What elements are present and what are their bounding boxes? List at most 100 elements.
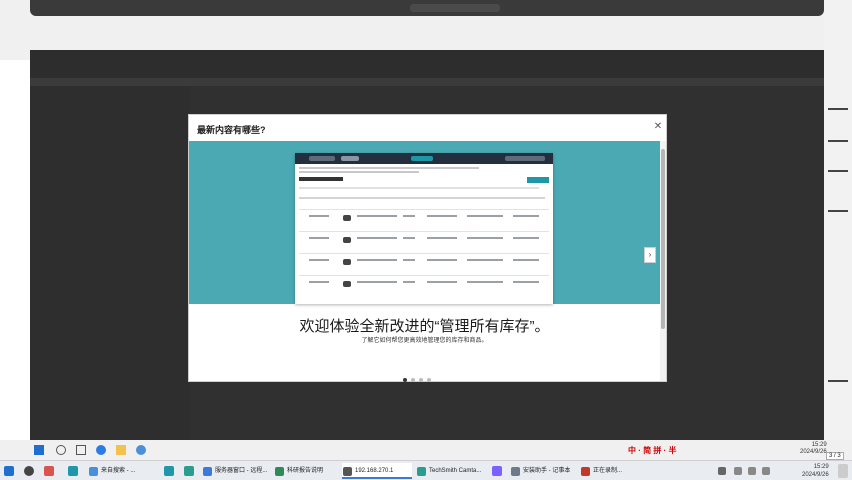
app-pinned-icon[interactable] [68,466,78,476]
preview-divider [299,253,549,254]
feature-headline: 欢迎体验全新改进的“管理所有库存”。 [299,318,550,335]
battery-icon[interactable] [762,467,770,475]
tray-chevron-icon[interactable] [718,467,726,475]
panel-line [828,140,848,142]
preview-cell [309,259,329,261]
task-view-icon[interactable] [76,445,86,455]
secondary-clock: 15:29 2024/9/26 [800,442,827,456]
taskbar-item[interactable]: 科研报告说明 [274,463,336,479]
app-pinned-icon[interactable] [492,466,502,476]
ime-toolbar[interactable]: 中 · 简 拼 · 半 [628,445,676,455]
edge-browser-icon[interactable] [96,445,106,455]
remote-desktop-icon [343,467,352,476]
window-titlebar [30,50,824,78]
preview-cell [513,215,539,217]
preview-cell [427,259,457,261]
preview-cell [403,215,415,217]
preview-cell [427,281,457,283]
windows-taskbar: 来自搜索 - ... 服务器窗口 - 远程... 科研报告说明 192.168.… [0,460,852,480]
preview-cell [403,259,415,261]
notification-icon[interactable] [838,464,848,478]
carousel-dot[interactable] [427,378,431,382]
carousel-dot[interactable] [403,378,407,382]
panel-line [828,210,848,212]
page-indicator[interactable]: 3 / 3 [826,452,844,460]
notepad-icon [511,467,520,476]
preview-topbar [295,153,553,164]
preview-cell [403,237,415,239]
preview-pill [341,156,359,161]
panel-line [828,380,848,382]
preview-cell [513,281,539,283]
preview-line [299,187,539,189]
system-clock[interactable]: 15:29 2024/9/26 [802,463,829,479]
app-pinned-icon[interactable] [164,466,174,476]
preview-product-thumb [343,259,351,265]
panel-line [828,170,848,172]
preview-cell [427,237,457,239]
taskbar-item[interactable]: 正在录制... [580,463,628,479]
window-title-bar [410,4,500,12]
preview-heading [299,177,343,181]
preview-cell [309,281,329,283]
secondary-date: 2024/9/26 [800,449,827,455]
next-slide-button[interactable]: › [644,247,656,263]
preview-product-thumb [343,237,351,243]
close-icon[interactable]: ✕ [652,121,664,133]
preview-divider [299,209,549,210]
network-icon[interactable] [734,467,742,475]
taskbar-item[interactable]: TechSmith Camta... [416,463,488,479]
preview-cell [467,259,503,261]
secondary-time: 15:29 [811,442,827,448]
carousel-dot[interactable] [411,378,415,382]
carousel-dot[interactable] [419,378,423,382]
app-pinned-icon[interactable] [184,466,194,476]
preview-cell [467,281,503,283]
preview-cell [357,259,397,261]
preview-cell [403,281,415,283]
taskbar-item-label: TechSmith Camta... [429,468,482,474]
preview-cell [513,237,539,239]
preview-pill [505,156,545,161]
preview-pill [411,156,433,161]
preview-line [299,167,479,169]
app-pinned-icon[interactable] [44,466,54,476]
preview-product-thumb [343,215,351,221]
preview-product-thumb [343,281,351,287]
feature-description: 了解它如何帮您更高效地管理您的库存和商品。 [361,338,488,344]
preview-cell [427,215,457,217]
taskbar-item-label: 服务器窗口 - 远程... [215,468,268,474]
dialog-title: 最新内容有哪些? [197,125,266,135]
panel-line [828,108,848,110]
secondary-taskbar: 中 · 简 拼 · 半 15:29 2024/9/26 [0,440,852,460]
dialog-scrollbar[interactable] [660,141,666,381]
search-icon[interactable] [24,466,34,476]
background-window-top [30,0,824,16]
scrollbar-thumb[interactable] [661,149,665,329]
carousel-indicator [403,378,447,382]
chrome-icon[interactable] [136,445,146,455]
clock-date: 2024/9/26 [802,472,829,478]
clock-time: 15:29 [813,464,829,470]
app-icon [275,467,284,476]
taskbar-item-label: 正在录制... [593,468,623,474]
taskbar-item-label: 192.168.270.1 [355,468,394,474]
volume-icon[interactable] [748,467,756,475]
search-icon[interactable] [56,445,66,455]
start-icon[interactable] [4,466,14,476]
preview-button [527,177,549,183]
feature-hero: › [189,141,660,304]
taskbar-item[interactable]: 来自搜索 - ... [88,463,160,479]
taskbar-item-label: 来自搜索 - ... [101,468,136,474]
preview-cell [309,237,329,239]
taskbar-item[interactable]: 安装助手 - 记事本 [510,463,576,479]
preview-cell [309,215,329,217]
file-explorer-icon[interactable] [116,445,126,455]
preview-divider [299,275,549,276]
taskbar-item[interactable]: 192.168.270.1 [342,463,412,479]
app-icon [89,467,98,476]
app-icon [203,467,212,476]
preview-cell [467,215,503,217]
taskbar-item[interactable]: 服务器窗口 - 远程... [202,463,272,479]
windows-icon[interactable] [34,445,44,455]
